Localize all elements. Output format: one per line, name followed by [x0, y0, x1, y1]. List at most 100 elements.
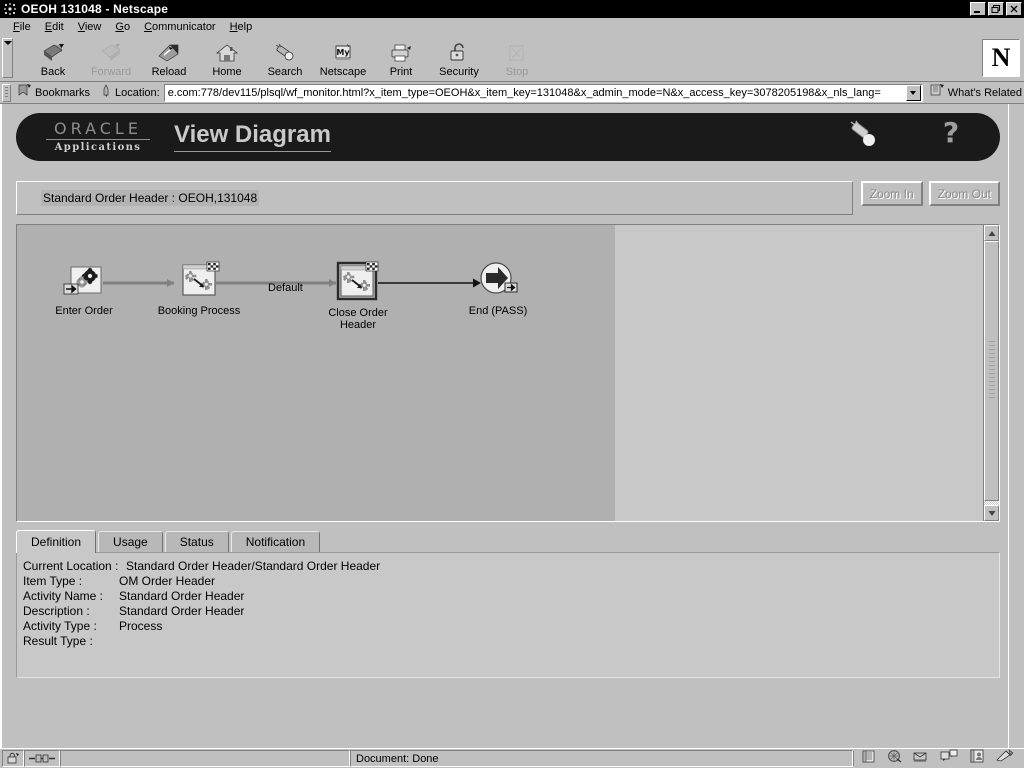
menu-item-edit[interactable]: Edit — [38, 20, 71, 34]
connection-status-cell[interactable] — [24, 750, 60, 767]
tab-status[interactable]: Status — [164, 531, 229, 552]
location-label-group[interactable]: Location: — [96, 84, 164, 101]
zoom-out-button[interactable]: Zoom Out — [928, 181, 1000, 206]
netscape-button-label: Netscape — [319, 65, 367, 78]
diagram-node-end-pass[interactable]: End (PASS) — [453, 261, 543, 317]
tab-usage[interactable]: Usage — [98, 531, 163, 552]
tab-notification[interactable]: Notification — [230, 531, 321, 552]
definition-detail-panel: Current Location : Standard Order Header… — [16, 552, 1000, 678]
chevron-down-icon — [910, 90, 917, 95]
detail-value: Standard Order Header — [119, 604, 245, 618]
diagram-canvas[interactable]: Default Enter Order Booking Process Clos… — [17, 225, 983, 521]
oracle-banner: ORACLE Applications View Diagram ? — [16, 113, 1000, 161]
detail-tabs: Definition Usage Status Notification — [16, 529, 1000, 553]
scroll-down-button[interactable] — [984, 505, 999, 521]
close-button[interactable] — [1006, 2, 1022, 16]
oracle-wordmark: ORACLE — [46, 120, 150, 140]
menu-item-view[interactable]: View — [71, 20, 109, 34]
detail-value: Standard Order Header — [119, 589, 245, 603]
end-arrow-icon — [453, 261, 543, 303]
toolbar-grip-handle[interactable] — [2, 38, 13, 78]
url-text: e.com:778/dev115/plsql/wf_monitor.html?x… — [167, 86, 881, 99]
svg-text:My: My — [336, 48, 350, 57]
forward-button[interactable]: Forward — [82, 38, 140, 80]
diagram-title: Standard Order Header : OEOH,131048 — [41, 190, 260, 206]
sidebar-icon[interactable] — [862, 750, 875, 768]
security-status-cell[interactable] — [2, 750, 24, 767]
diagram-header-row: Standard Order Header : OEOH,131048 Zoom… — [16, 181, 1000, 215]
tab-definition[interactable]: Definition — [16, 530, 97, 553]
location-grip-handle[interactable] — [2, 83, 11, 102]
menu-item-go[interactable]: Go — [108, 20, 137, 34]
bookmarks-button[interactable]: Bookmarks — [14, 83, 96, 102]
search-button[interactable]: Search — [256, 38, 314, 80]
page-right-gutter — [1008, 104, 1024, 748]
detail-key: Activity Type : — [23, 619, 97, 633]
newsgroup-icon[interactable] — [940, 749, 958, 768]
url-input[interactable]: e.com:778/dev115/plsql/wf_monitor.html?x… — [163, 83, 923, 102]
detail-row-description: Description : Standard Order Header — [23, 604, 999, 619]
detail-key: Result Type : — [23, 634, 93, 648]
netscape-browser-window: OEOH 131048 - Netscape File Edit View Go — [0, 0, 1024, 768]
diagram-node-close-order-header[interactable]: Close Order Header — [317, 261, 399, 331]
page-content: ORACLE Applications View Diagram ? Stand… — [0, 104, 1024, 748]
diagram-vertical-scrollbar[interactable] — [983, 225, 999, 521]
diagram-node-label: Enter Order — [55, 305, 113, 317]
home-button-label: Home — [212, 65, 242, 78]
back-button[interactable]: Back — [24, 38, 82, 80]
menu-item-communicator[interactable]: Communicator — [137, 20, 223, 34]
gears-start-icon — [49, 265, 119, 303]
detail-row-activity-type: Activity Type : Process — [23, 619, 999, 634]
window-title: OEOH 131048 - Netscape — [21, 2, 169, 16]
home-button[interactable]: Home — [198, 38, 256, 80]
reload-button[interactable]: Reload — [140, 38, 198, 80]
navigator-icon[interactable] — [886, 749, 902, 768]
whats-related-button[interactable]: What's Related — [923, 83, 1022, 102]
addressbook-icon[interactable] — [969, 749, 985, 768]
url-dropdown-button[interactable] — [905, 84, 921, 101]
diagram-node-label: Booking Process — [157, 305, 241, 317]
detail-row-result-type: Result Type : — [23, 634, 999, 649]
oracle-applications-logo: ORACLE Applications — [46, 120, 150, 153]
scroll-up-button[interactable] — [984, 225, 999, 241]
window-controls — [970, 2, 1022, 16]
whats-related-icon — [929, 83, 945, 102]
mailbox-icon[interactable] — [913, 749, 929, 768]
diagram-panel: Default Enter Order Booking Process Clos… — [16, 224, 1000, 522]
search-flashlight-icon — [272, 41, 298, 65]
diagram-node-label: Close Order Header — [328, 307, 388, 332]
scrollbar-thumb[interactable] — [984, 241, 999, 501]
scrollbar-grip — [988, 341, 995, 401]
netscape-button[interactable]: My Netscape — [314, 38, 372, 80]
detail-value: Process — [119, 619, 163, 633]
zoom-in-button[interactable]: Zoom In — [860, 181, 923, 206]
printer-icon — [388, 41, 414, 65]
diagram-node-enter-order[interactable]: Enter Order — [49, 265, 119, 317]
print-button[interactable]: Print — [372, 38, 430, 80]
location-pin-icon — [100, 84, 112, 101]
detail-value: OM Order Header — [119, 574, 216, 588]
restore-button[interactable] — [988, 2, 1004, 16]
help-question-icon[interactable]: ? — [936, 116, 966, 157]
menu-item-help[interactable]: Help — [223, 20, 260, 34]
home-icon — [214, 41, 240, 65]
print-button-label: Print — [389, 65, 413, 78]
search-button-label: Search — [267, 65, 303, 78]
location-toolbar: Bookmarks Location: e.com:778/dev115/pls… — [0, 82, 1024, 104]
connection-icon — [29, 754, 55, 763]
stop-button[interactable]: Stop — [488, 38, 546, 80]
diagram-node-booking-process[interactable]: Booking Process — [157, 261, 241, 317]
bookmarks-label: Bookmarks — [35, 86, 91, 99]
progress-cell — [60, 750, 350, 767]
page-title: View Diagram — [174, 122, 331, 152]
minimize-button[interactable] — [970, 2, 986, 16]
detail-row-item-type: Item Type : OM Order Header — [23, 574, 999, 589]
netscape-app-icon — [3, 2, 17, 16]
flashlight-icon[interactable] — [848, 120, 882, 155]
menu-item-file[interactable]: File — [6, 20, 38, 34]
netscape-brand-logo[interactable]: N — [982, 39, 1020, 77]
menu-bar: File Edit View Go Communicator Help — [0, 18, 1024, 36]
security-button[interactable]: Security — [430, 38, 488, 80]
subprocess-icon — [157, 261, 241, 303]
composer-icon[interactable] — [996, 749, 1014, 768]
